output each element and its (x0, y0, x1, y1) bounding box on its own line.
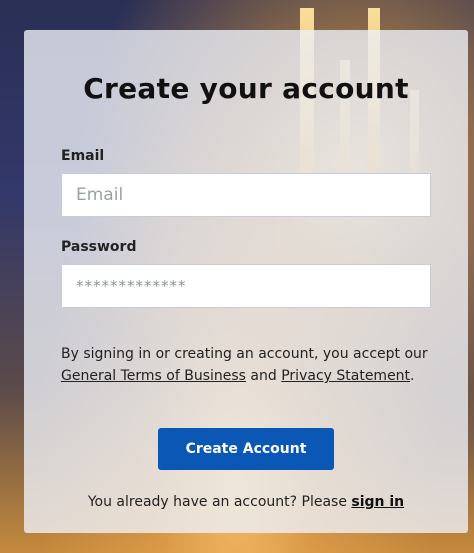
privacy-link[interactable]: Privacy Statement (281, 368, 410, 384)
email-input[interactable] (61, 173, 431, 217)
signin-prompt-text: You already have an account? Please (87, 494, 352, 510)
consent-text: By signing in or creating an account, yo… (61, 343, 433, 387)
consent-suffix: . (410, 368, 415, 384)
email-label: Email (61, 148, 105, 164)
page-title: Create your account (83, 72, 409, 105)
terms-link[interactable]: General Terms of Business (61, 368, 246, 384)
create-account-button[interactable]: Create Account (158, 428, 334, 470)
signup-card: Create your account Email Password By si… (24, 30, 468, 533)
signin-link[interactable]: sign in (351, 494, 404, 510)
consent-and: and (245, 368, 282, 384)
consent-prefix: By signing in or creating an account, yo… (61, 346, 428, 362)
signin-prompt: You already have an account? Please sign… (24, 494, 468, 510)
password-input[interactable] (61, 264, 431, 308)
password-label: Password (61, 239, 137, 255)
